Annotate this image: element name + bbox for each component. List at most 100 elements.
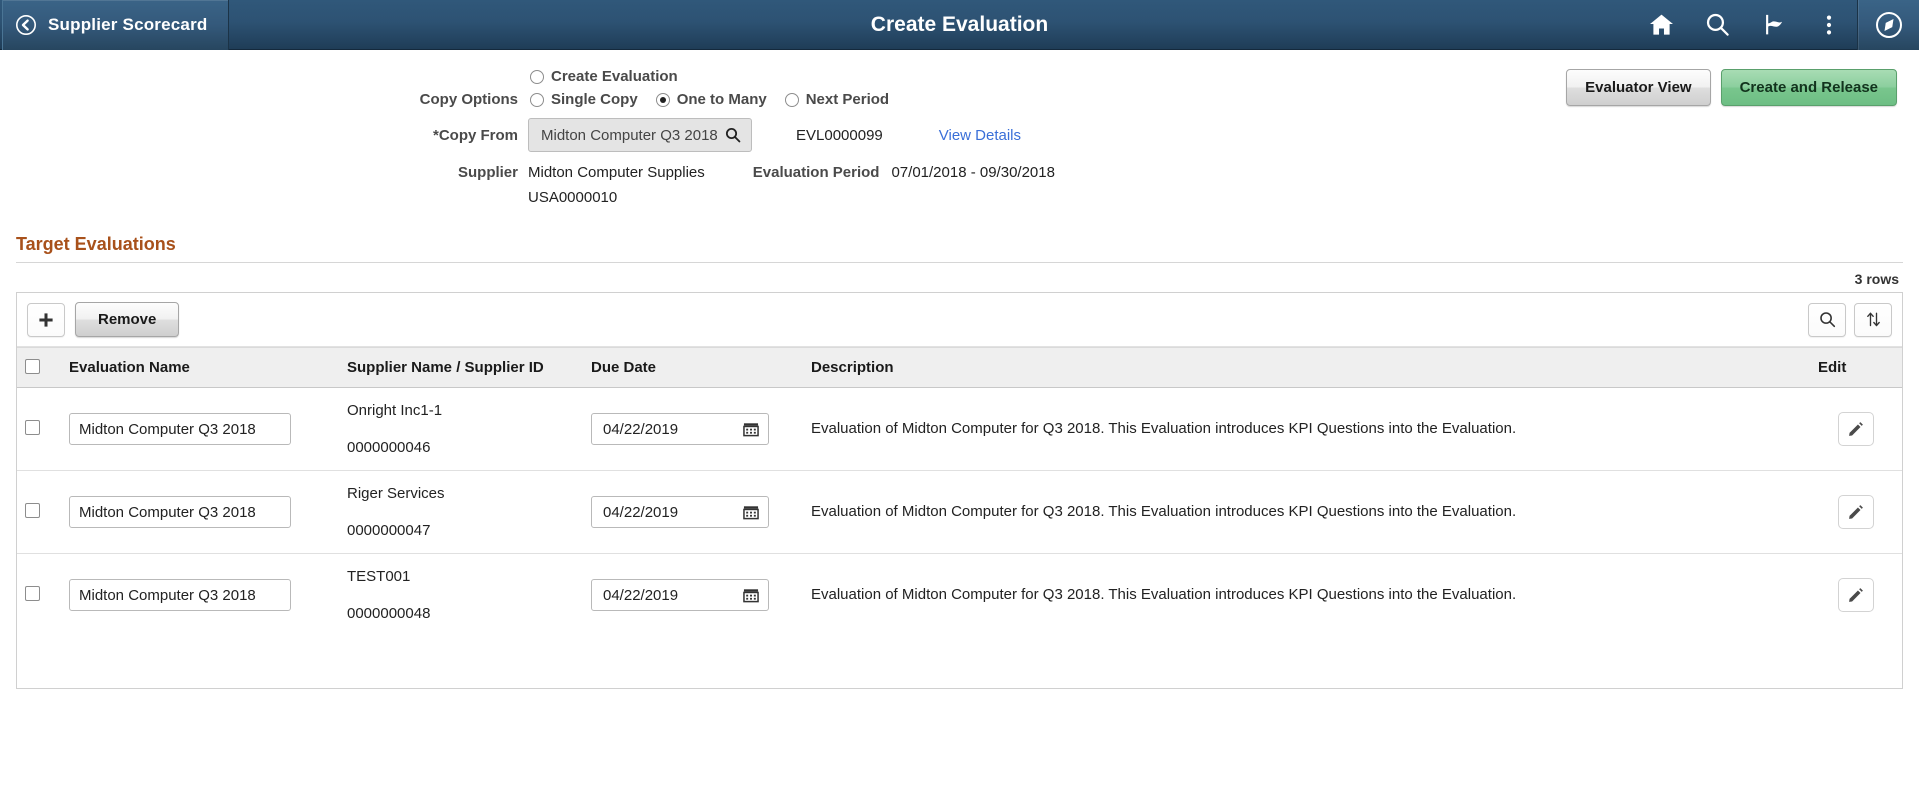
view-details-link[interactable]: View Details [939,127,1021,144]
back-chevron-icon [15,14,37,36]
supplier-id-value: USA0000010 [528,189,618,206]
supplier-id-text: 0000000048 [347,605,431,622]
radio-single-copy-label: Single Copy [551,91,638,108]
row-description-cell: Evaluation of Midton Computer for Q3 201… [811,586,1517,604]
remove-button[interactable]: Remove [75,302,180,337]
radio-one-to-many-label: One to Many [676,91,767,108]
copy-from-row: *Copy From EVL0000099 View Details [0,118,1919,152]
row-checkbox[interactable] [25,502,40,518]
edit-pencil-icon[interactable] [1838,495,1874,529]
copy-from-lookup-search-icon[interactable] [723,125,743,145]
notification-flag-icon[interactable] [1745,0,1801,50]
radio-one-to-many-dot [655,92,670,107]
grid-find-search-icon[interactable] [1808,302,1846,337]
evaluation-name-input[interactable] [69,413,291,445]
radio-single-copy-dot [530,92,544,107]
column-select-all [17,347,61,388]
copy-from-control: EVL0000099 View Details [528,118,1021,152]
row-edit-cell [1810,554,1902,637]
calendar-icon[interactable] [740,418,762,440]
add-row-button[interactable] [27,302,65,337]
table-row: TEST001 0000000048 [17,554,1902,637]
row-select-cell [17,470,61,554]
row-evaluation-name-cell [61,554,339,637]
create-evaluation-radio-wrap: Create Evaluation [518,68,696,85]
page-title: Create Evaluation [870,12,1049,36]
target-evaluations-grid: Remove Evaluation Name Supplier Name / S… [16,292,1903,689]
evaluation-name-input[interactable] [69,579,291,611]
column-supplier-name-id: Supplier Name / Supplier ID [339,347,583,388]
row-edit-cell [1810,387,1902,471]
row-due-date-cell [583,554,803,637]
row-supplier-cell: Onright Inc1-1 0000000046 [339,387,583,471]
supplier-name-text: Onright Inc1-1 [347,402,443,419]
create-and-release-button[interactable]: Create and Release [1720,69,1897,106]
column-edit: Edit [1810,347,1902,388]
supplier-label: Supplier [457,164,518,181]
grid-toolbar-right [1808,302,1892,337]
row-description-cell: Evaluation of Midton Computer for Q3 201… [803,387,1810,471]
radio-create-evaluation[interactable]: Create Evaluation [530,68,678,85]
target-evaluations-section: Target Evaluations 3 rows Remove Evaluat… [0,234,1919,689]
edit-pencil-icon[interactable] [1838,578,1874,612]
row-due-date-cell [583,470,803,554]
actions-menu-icon[interactable] [1801,0,1857,50]
evaluator-view-button[interactable]: Evaluator View [1566,69,1711,106]
row-description-cell: Evaluation of Midton Computer for Q3 201… [803,470,1810,554]
table-row: Riger Services 0000000047 [17,470,1902,554]
grid-sort-updown-icon[interactable] [1854,302,1892,337]
app-header: Supplier Scorecard Create Evaluation [0,0,1919,50]
radio-one-to-many[interactable]: One to Many [655,91,767,108]
page-body: Evaluator View Create and Release Create… [0,50,1919,689]
calendar-icon[interactable] [740,584,762,606]
row-evaluation-name-cell [61,387,339,471]
header-icon-group [1633,0,1919,50]
evaluations-table: Evaluation Name Supplier Name / Supplier… [17,347,1902,636]
supplier-id-row: USA0000010 [0,189,1919,206]
copy-options-label: Copy Options [419,91,518,108]
calendar-icon[interactable] [740,501,762,523]
copy-options-radio-group: Single Copy One to Many Next Period [530,91,907,108]
due-date-input[interactable] [601,502,740,522]
radio-next-period-label: Next Period [805,91,890,108]
radio-single-copy[interactable]: Single Copy [530,91,638,108]
evaluation-id-value: EVL0000099 [796,126,883,144]
back-to-supplier-scorecard-button[interactable]: Supplier Scorecard [2,0,229,50]
due-date-field[interactable] [591,579,769,611]
page-action-buttons: Evaluator View Create and Release [1566,69,1897,106]
row-checkbox[interactable] [25,585,40,601]
column-description: Description [803,347,1810,388]
supplier-id-text: 0000000046 [347,439,431,456]
table-row: Onright Inc1-1 0000000046 [17,387,1902,471]
search-icon[interactable] [1689,0,1745,50]
back-button-label: Supplier Scorecard [48,14,208,34]
evaluation-name-input[interactable] [69,496,291,528]
radio-next-period[interactable]: Next Period [784,91,890,108]
row-due-date-cell [583,387,803,471]
due-date-field[interactable] [591,496,769,528]
radio-create-evaluation-dot [530,69,544,84]
edit-pencil-icon[interactable] [1838,412,1874,446]
copy-from-field[interactable] [528,118,752,152]
row-supplier-cell: TEST001 0000000048 [339,554,583,637]
row-checkbox[interactable] [25,419,40,435]
supplier-name-text: TEST001 [347,568,411,585]
evaluation-period-label: Evaluation Period [752,164,880,181]
radio-next-period-dot [784,92,799,107]
due-date-input[interactable] [601,585,740,605]
column-due-date: Due Date [583,347,803,388]
copy-from-label: *Copy From [432,126,518,144]
row-select-cell [17,554,61,637]
home-icon[interactable] [1633,0,1689,50]
select-all-checkbox[interactable] [25,359,40,374]
copy-from-input[interactable] [539,125,723,145]
navbar-compass-icon[interactable] [1857,0,1919,50]
due-date-input[interactable] [601,419,740,439]
row-select-cell [17,387,61,471]
evaluation-period-value: 07/01/2018 - 09/30/2018 [891,164,1055,181]
row-edit-cell [1810,470,1902,554]
radio-create-evaluation-label: Create Evaluation [551,68,678,85]
row-evaluation-name-cell [61,470,339,554]
due-date-field[interactable] [591,413,769,445]
target-evaluations-title: Target Evaluations [16,234,1903,263]
